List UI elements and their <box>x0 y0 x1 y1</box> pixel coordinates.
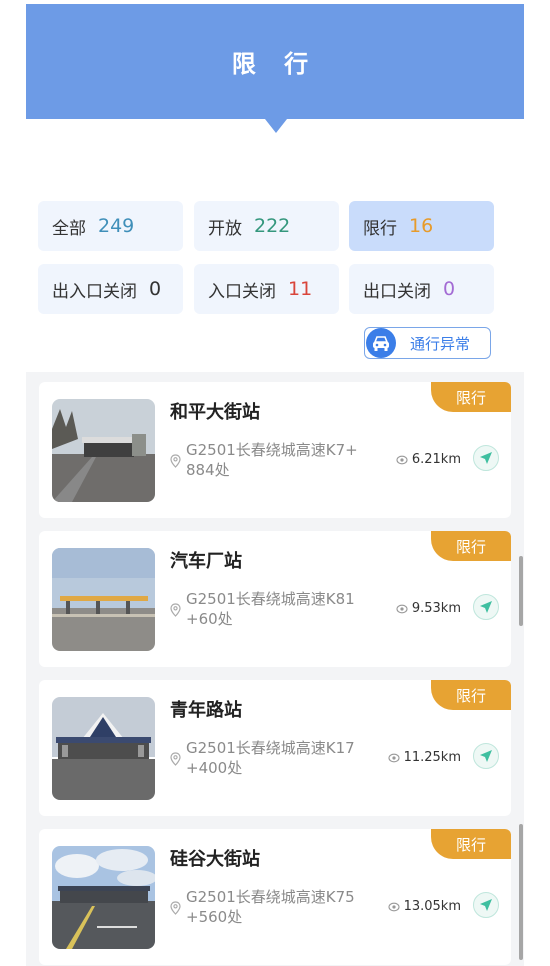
location-pin-icon <box>170 454 181 468</box>
station-name: 汽车厂站 <box>170 551 242 572</box>
filter-both-closed[interactable]: 出入口关闭 0 <box>38 264 183 314</box>
navigate-button[interactable] <box>473 743 499 769</box>
station-name: 和平大街站 <box>170 402 260 423</box>
location-pin-icon <box>170 603 181 617</box>
navigation-arrow-icon <box>480 452 492 464</box>
page-title: 限 行 <box>231 50 319 78</box>
distance-icon <box>396 455 408 464</box>
scrollbar-thumb[interactable] <box>519 556 523 626</box>
filter-exit-closed[interactable]: 出口关闭 0 <box>349 264 494 314</box>
filter-count: 0 <box>443 278 456 300</box>
filter-count: 11 <box>288 278 313 300</box>
station-address-line: G2501长春绕城高速K81 <box>186 590 355 608</box>
car-icon <box>366 328 396 358</box>
filter-open[interactable]: 开放 222 <box>194 201 339 251</box>
station-address-line: G2501长春绕城高速K75 <box>186 888 355 906</box>
page: 限 行 全部 249 开放 222 限行 16 出入口关闭 0 入口关闭 11 … <box>0 0 550 966</box>
filter-label: 开放 <box>208 218 242 239</box>
distance-icon <box>388 902 400 911</box>
station-address: G2501长春绕城高速K7+ 884处 <box>186 440 376 480</box>
navigate-button[interactable] <box>473 892 499 918</box>
station-distance: 9.53km <box>396 601 461 616</box>
distance-icon <box>388 753 400 762</box>
station-distance: 13.05km <box>388 899 461 914</box>
distance-value: 13.05km <box>403 899 461 914</box>
location-pin-icon <box>170 752 181 766</box>
status-badge: 限行 <box>431 829 511 859</box>
page-header: 限 行 <box>26 4 524 119</box>
filter-restricted[interactable]: 限行 16 <box>349 201 494 251</box>
station-address-line: +560处 <box>186 908 243 926</box>
status-badge: 限行 <box>431 382 511 412</box>
navigation-arrow-icon <box>480 601 492 613</box>
station-card[interactable]: 硅谷大街站 G2501长春绕城高速K75 +560处 13.05km 限行 <box>39 829 511 965</box>
station-address-line: G2501长春绕城高速K17 <box>186 739 355 757</box>
scrollbar-thumb[interactable] <box>519 824 523 960</box>
navigate-button[interactable] <box>473 594 499 620</box>
station-address: G2501长春绕城高速K75 +560处 <box>186 887 376 927</box>
distance-value: 6.21km <box>411 452 461 467</box>
station-address: G2501长春绕城高速K81 +60处 <box>186 589 376 629</box>
filter-entrance-closed[interactable]: 入口关闭 11 <box>194 264 339 314</box>
filter-count: 222 <box>254 215 291 237</box>
station-card[interactable]: 汽车厂站 G2501长春绕城高速K81 +60处 9.53km 限行 <box>39 531 511 667</box>
status-badge: 限行 <box>431 680 511 710</box>
station-photo <box>52 697 155 800</box>
filter-label: 入口关闭 <box>208 281 276 302</box>
station-address-line: +400处 <box>186 759 243 777</box>
station-card[interactable]: 青年路站 G2501长春绕城高速K17 +400处 11.25km 限行 <box>39 680 511 816</box>
station-list: 和平大街站 G2501长春绕城高速K7+ 884处 6.21km 限行 汽车厂站… <box>26 372 524 966</box>
station-address-line: 884处 <box>186 461 230 479</box>
header-pointer <box>265 119 287 133</box>
filter-label: 限行 <box>363 218 397 239</box>
status-badge: 限行 <box>431 531 511 561</box>
distance-icon <box>396 604 408 613</box>
filter-count: 249 <box>98 215 135 237</box>
navigation-arrow-icon <box>480 750 492 762</box>
station-card[interactable]: 和平大街站 G2501长春绕城高速K7+ 884处 6.21km 限行 <box>39 382 511 518</box>
filter-label: 全部 <box>52 218 86 239</box>
distance-value: 11.25km <box>403 750 461 765</box>
navigation-arrow-icon <box>480 899 492 911</box>
filter-count: 0 <box>149 278 162 300</box>
station-photo <box>52 846 155 949</box>
station-distance: 6.21km <box>396 452 461 467</box>
station-photo <box>52 548 155 651</box>
station-address: G2501长春绕城高速K17 +400处 <box>186 738 376 778</box>
station-name: 硅谷大街站 <box>170 849 260 870</box>
station-address-line: G2501长春绕城高速K7+ <box>186 441 358 459</box>
station-photo <box>52 399 155 502</box>
navigate-button[interactable] <box>473 445 499 471</box>
station-name: 青年路站 <box>170 700 242 721</box>
distance-value: 9.53km <box>411 601 461 616</box>
filter-label: 出入口关闭 <box>52 281 137 302</box>
filter-all[interactable]: 全部 249 <box>38 201 183 251</box>
abnormal-traffic-button[interactable]: 通行异常 <box>364 327 491 359</box>
abnormal-traffic-label: 通行异常 <box>410 334 471 353</box>
station-address-line: +60处 <box>186 610 233 628</box>
filter-label: 出口关闭 <box>363 281 431 302</box>
location-pin-icon <box>170 901 181 915</box>
station-distance: 11.25km <box>388 750 461 765</box>
filter-count: 16 <box>409 215 434 237</box>
